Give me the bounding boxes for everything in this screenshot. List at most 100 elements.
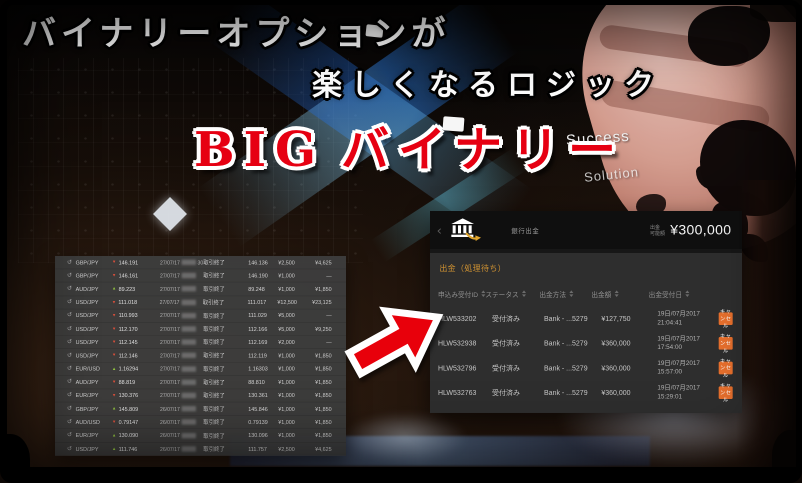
direction-arrow-icon: ▼ <box>112 260 116 264</box>
trade-status: 取引終了 <box>203 432 248 440</box>
close-rate: 0.79139 <box>248 419 278 425</box>
trade-payout: — <box>313 339 340 345</box>
cancel-button[interactable]: キャンセル <box>719 337 733 350</box>
redacted-time <box>182 313 196 318</box>
withdrawal-row: HLW533202 受付済み Bank - ...5279 ¥127,750 1… <box>438 306 735 331</box>
direction-arrow-icon: ▼ <box>112 420 116 424</box>
pending-withdrawals-title: 出金（処理待ち） <box>439 262 735 273</box>
currency-pair: GBP/JPY <box>76 273 99 279</box>
close-rate: 130.096 <box>248 432 278 438</box>
background-light-patch <box>342 412 468 464</box>
direction-arrow-icon: ▲ <box>112 287 116 291</box>
currency-pair: EUR/JPY <box>76 392 99 398</box>
close-rate: 111.017 <box>248 299 278 305</box>
currency-pair: USD/JPY <box>76 446 99 452</box>
withdrawable-balance: 出金 可能額 ¥300,000 <box>650 222 731 238</box>
cancel-button[interactable]: キャンセル <box>719 312 733 325</box>
trade-date: 27/07/17 <box>160 326 180 332</box>
cancel-button[interactable]: キャンセル <box>719 362 733 375</box>
trade-payout: ¥1,850 <box>313 379 340 385</box>
direction-arrow-icon: ▼ <box>112 393 116 397</box>
trade-date: 27/07/17 <box>160 379 180 385</box>
trade-date: 27/07/17 <box>160 339 180 345</box>
column-header[interactable]: ステータス <box>485 289 539 299</box>
request-datetime: 19日/07月2017 15:29:01 <box>657 384 718 400</box>
trade-history-row: ↺ USD/JPY ▼ 110.993 27/07/17 取引終了 111.02… <box>55 309 346 322</box>
frame-corner <box>2 434 30 470</box>
column-header[interactable]: 出金方法 <box>539 289 591 299</box>
trade-status: 取引終了 <box>203 312 248 320</box>
sort-icon[interactable] <box>685 290 689 297</box>
column-header[interactable]: 出金額 <box>591 289 648 299</box>
background-white-diamond <box>153 197 187 231</box>
trade-status: 取引終了 <box>203 418 248 426</box>
redacted-time <box>182 393 196 398</box>
entry-rate: 88.819 <box>119 379 136 385</box>
redacted-time <box>182 419 196 424</box>
sort-icon[interactable] <box>615 290 619 297</box>
repeat-trade-icon: ↺ <box>67 273 72 279</box>
trade-history-panel: ↺ GBP/JPY ▼ 146.191 27/07/17 30 取引終了 146… <box>55 256 346 456</box>
request-status: 受付済み <box>492 338 544 348</box>
entry-rate: 130.090 <box>119 432 139 438</box>
repeat-trade-icon: ↺ <box>67 419 72 425</box>
entry-rate: 112.146 <box>119 353 138 359</box>
currency-pair: AUD/JPY <box>76 286 99 292</box>
repeat-trade-icon: ↺ <box>67 326 72 332</box>
trade-history-row: ↺ USD/JPY ▼ 112.146 27/07/17 取引終了 112.11… <box>55 349 346 362</box>
trade-date: 26/07/17 <box>160 406 180 412</box>
promo-title-line1: バイナリーオプションが <box>22 6 450 55</box>
trade-payout: ¥1,850 <box>313 286 340 292</box>
entry-rate: 146.161 <box>119 273 139 279</box>
redacted-time <box>181 300 195 305</box>
repeat-trade-icon: ↺ <box>67 353 72 359</box>
repeat-trade-icon: ↺ <box>67 313 72 319</box>
cancel-button[interactable]: キャンセル <box>719 386 733 399</box>
repeat-trade-icon: ↺ <box>67 406 72 412</box>
trade-history-row: ↺ GBP/JPY ▲ 145.809 26/07/17 取引終了 145.84… <box>55 402 346 415</box>
sort-icon[interactable] <box>522 290 526 297</box>
request-datetime: 19日/07月2017 17:54:00 <box>657 335 718 351</box>
sort-icon[interactable] <box>569 290 573 297</box>
frame-corner <box>772 430 800 470</box>
currency-pair: USD/JPY <box>76 313 99 319</box>
entry-rate: 89.223 <box>119 286 136 292</box>
trade-history-row: ↺ EUR/JPY ▲ 130.090 26/07/17 取引終了 130.09… <box>55 429 346 442</box>
trade-history-row: ↺ USD/JPY ▼ 112.170 27/07/17 取引終了 112.16… <box>55 323 346 336</box>
close-rate: 112.169 <box>248 339 278 345</box>
request-datetime: 19日/07月2017 21:04:41 <box>657 310 718 326</box>
trade-history-row: ↺ AUD/USD ▼ 0.79147 26/07/17 取引終了 0.7913… <box>55 416 346 429</box>
close-rate: 146.136 <box>248 259 278 265</box>
trade-amount: ¥2,000 <box>278 339 313 345</box>
pointer-arrow <box>344 296 450 384</box>
trade-amount: ¥1,000 <box>278 392 313 398</box>
repeat-trade-icon: ↺ <box>67 432 72 438</box>
direction-arrow-icon: ▼ <box>112 353 116 357</box>
direction-arrow-icon: ▼ <box>112 340 116 344</box>
trade-status: 取引終了 <box>203 258 248 266</box>
trade-date: 27/07/17 <box>160 259 180 265</box>
trade-amount: ¥5,000 <box>278 313 313 319</box>
withdrawal-method: Bank - ...5279 <box>544 339 601 347</box>
redacted-time <box>182 433 196 438</box>
trade-status: 取引終了 <box>203 378 248 386</box>
trade-amount: ¥1,000 <box>278 379 313 385</box>
request-status: 受付済み <box>492 388 544 398</box>
trade-status: 取引終了 <box>203 392 248 400</box>
withdrawal-method: Bank - ...5279 <box>544 364 601 372</box>
trade-amount: ¥1,000 <box>278 406 313 412</box>
trade-date: 27/07/17 <box>160 313 180 319</box>
repeat-trade-icon: ↺ <box>67 299 72 305</box>
trade-status: 取引終了 <box>203 325 248 333</box>
request-status: 受付済み <box>492 314 544 324</box>
redacted-time <box>182 286 196 291</box>
close-rate: 88.810 <box>248 379 278 385</box>
repeat-trade-icon: ↺ <box>67 392 72 398</box>
redacted-time <box>182 260 196 265</box>
request-datetime: 19日/07月2017 15:57:00 <box>657 360 718 376</box>
chevron-left-icon[interactable]: ‹ <box>437 222 442 238</box>
bank-transfer-label: 銀行出金 <box>511 225 539 234</box>
direction-arrow-icon: ▼ <box>112 380 116 384</box>
column-header[interactable]: 出金受付日 <box>649 289 705 299</box>
trade-date: 26/07/17 <box>160 432 180 438</box>
